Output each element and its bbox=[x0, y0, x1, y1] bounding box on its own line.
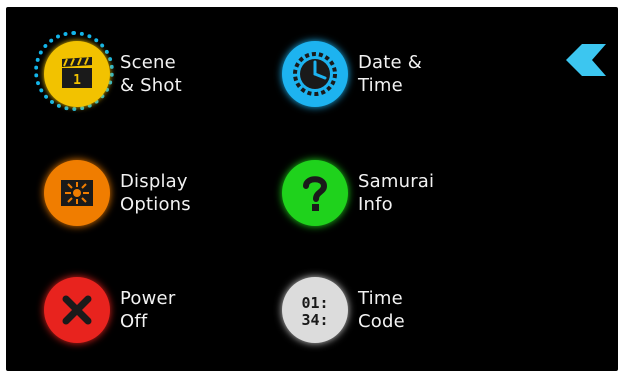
date-time-icon-wrap bbox=[278, 37, 352, 111]
time-code-label-line1: Time bbox=[358, 288, 403, 309]
samurai-info-icon-wrap bbox=[278, 156, 352, 230]
power-off-label: Power Off bbox=[120, 287, 175, 333]
timecode-icon: 01: 34: bbox=[282, 277, 348, 343]
scene-shot-icon-wrap: 1 bbox=[34, 31, 114, 111]
back-button[interactable] bbox=[566, 42, 606, 78]
display-options-icon-wrap bbox=[40, 156, 114, 230]
time-code-button[interactable]: 01: 34: Time Code bbox=[278, 273, 405, 347]
scene-shot-button[interactable]: 1 Scene & Shot bbox=[34, 31, 182, 111]
power-off-icon-wrap bbox=[40, 273, 114, 347]
samurai-info-label: Samurai Info bbox=[358, 170, 434, 216]
date-time-label: Date & Time bbox=[358, 51, 422, 97]
brightness-icon bbox=[44, 160, 110, 226]
samurai-info-label-line1: Samurai bbox=[358, 171, 435, 192]
timecode-line2: 34: bbox=[301, 311, 328, 329]
display-options-label: Display Options bbox=[120, 170, 191, 216]
clapper-number: 1 bbox=[73, 73, 81, 88]
power-off-label-line1: Power bbox=[120, 288, 176, 309]
menu-screen: 1 Scene & Shot Date & Time Display Optio… bbox=[6, 7, 618, 371]
power-off-button[interactable]: Power Off bbox=[40, 273, 175, 347]
time-code-icon-wrap: 01: 34: bbox=[278, 273, 352, 347]
chevron-left-icon bbox=[566, 44, 606, 76]
question-icon bbox=[282, 160, 348, 226]
clapperboard-icon: 1 bbox=[44, 41, 110, 107]
date-time-button[interactable]: Date & Time bbox=[278, 37, 422, 111]
scene-shot-label-line1: Scene bbox=[120, 52, 176, 73]
time-code-label-line2: Code bbox=[358, 311, 405, 332]
timecode-line1: 01: bbox=[301, 294, 328, 312]
clock-icon bbox=[282, 41, 348, 107]
display-options-button[interactable]: Display Options bbox=[40, 156, 191, 230]
date-time-label-line1: Date & bbox=[358, 52, 422, 73]
scene-shot-label-line2: & Shot bbox=[120, 75, 182, 96]
scene-shot-label: Scene & Shot bbox=[120, 51, 182, 97]
samurai-info-button[interactable]: Samurai Info bbox=[278, 156, 434, 230]
display-options-label-line1: Display bbox=[120, 171, 188, 192]
close-icon bbox=[44, 277, 110, 343]
samurai-info-label-line2: Info bbox=[358, 194, 393, 215]
date-time-label-line2: Time bbox=[358, 75, 403, 96]
power-off-label-line2: Off bbox=[120, 311, 148, 332]
time-code-label: Time Code bbox=[358, 287, 405, 333]
display-options-label-line2: Options bbox=[120, 194, 191, 215]
